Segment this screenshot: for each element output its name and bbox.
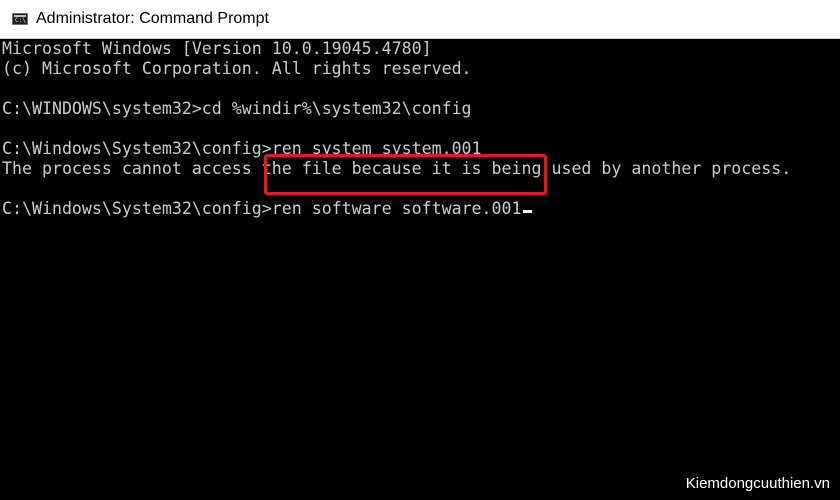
text-cursor [522, 210, 532, 213]
console-line: C:\WINDOWS\system32>cd %windir%\system32… [2, 99, 472, 118]
watermark: Kiemdongcuuthien.vn [685, 475, 830, 492]
console-output[interactable]: Microsoft Windows [Version 10.0.19045.47… [0, 39, 840, 500]
current-command-input[interactable]: ren software software.001 [272, 199, 522, 218]
cmd-icon[interactable]: C:\ [12, 13, 28, 25]
window-title: Administrator: Command Prompt [36, 10, 269, 27]
console-line: Microsoft Windows [Version 10.0.19045.47… [2, 39, 432, 58]
command-prompt-window: C:\ Administrator: Command Prompt Micros… [0, 0, 840, 500]
prompt-line: C:\Windows\System32\config>ren software … [2, 199, 532, 219]
command-highlight-box [264, 154, 547, 195]
cmd-icon-glyph: C:\ [15, 17, 26, 24]
title-bar[interactable]: C:\ Administrator: Command Prompt [0, 0, 840, 39]
prompt-path: C:\Windows\System32\config> [2, 199, 272, 218]
console-line: (c) Microsoft Corporation. All rights re… [2, 59, 472, 78]
